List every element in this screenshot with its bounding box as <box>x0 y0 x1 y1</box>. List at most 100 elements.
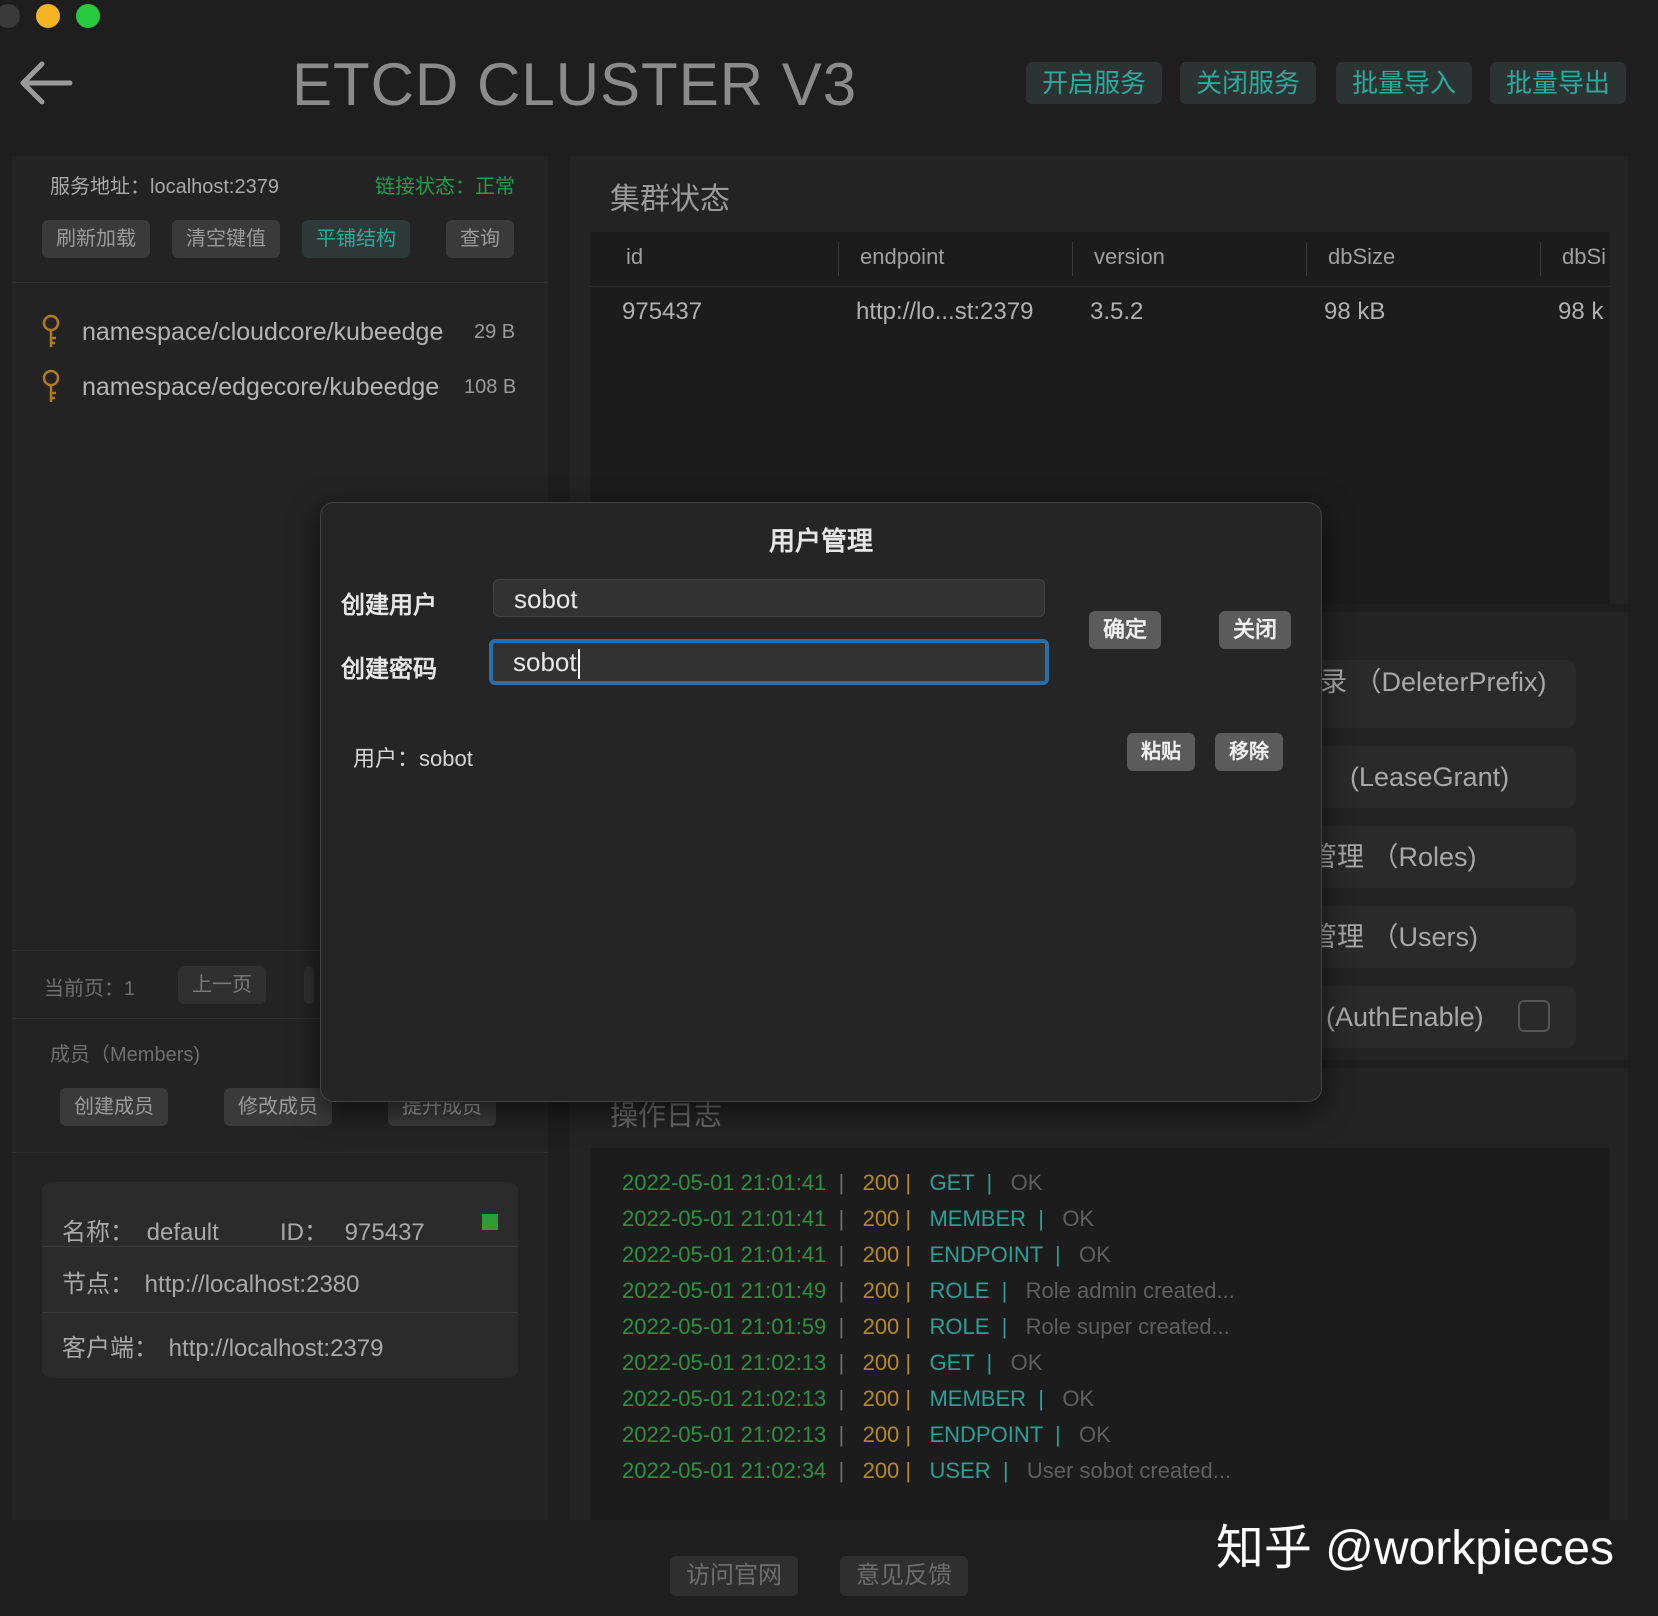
column-header-version: version <box>1094 244 1165 269</box>
log-message: Role super created... <box>1025 1314 1230 1339</box>
log-timestamp: 2022-05-01 21:01:41 <box>622 1242 827 1267</box>
log-status: 200 <box>862 1458 900 1483</box>
visit-site-button[interactable]: 访问官网 <box>670 1556 798 1596</box>
column-header-id: id <box>626 244 644 269</box>
log-entry: 2022-05-01 21:02:34 | 200 | USER | User … <box>622 1458 1232 1483</box>
key-size: 29 B <box>474 320 516 343</box>
feedback-button[interactable]: 意见反馈 <box>840 1556 968 1596</box>
start-service-button[interactable]: 开启服务 <box>1026 62 1163 104</box>
key-size: 108 B <box>464 375 517 398</box>
create-member-button[interactable]: 创建成员 <box>60 1088 168 1126</box>
log-operation: MEMBER <box>929 1386 1027 1411</box>
flat-structure-button[interactable]: 平铺结构 <box>302 220 410 258</box>
cell-dbsize-in-use: 98 k <box>1558 298 1604 325</box>
log-status: 200 <box>862 1422 900 1447</box>
member-node-label: 节点： <box>62 1271 134 1298</box>
watermark: 知乎 @workpieces <box>1215 1522 1614 1575</box>
log-message: OK <box>1079 1422 1111 1447</box>
key-name: namespace/edgecore/kubeedge <box>82 372 440 401</box>
member-name-value: default <box>146 1219 219 1246</box>
create-password-label: 创建密码 <box>341 656 437 683</box>
stop-service-button[interactable]: 关闭服务 <box>1180 62 1317 104</box>
cell-id: 975437 <box>622 298 703 325</box>
app-title: ETCD CLUSTER V3 <box>292 51 858 118</box>
member-id-row: ID： 975437 <box>280 1212 425 1247</box>
log-entry: 2022-05-01 21:02:13 | 200 | ENDPOINT | O… <box>622 1422 1111 1447</box>
log-entry: 2022-05-01 21:01:49 | 200 | ROLE | Role … <box>622 1278 1235 1303</box>
modify-member-button[interactable]: 修改成员 <box>224 1088 332 1126</box>
paste-button[interactable]: 粘贴 <box>1127 733 1195 771</box>
log-entry: 2022-05-01 21:02:13 | 200 | GET | OK <box>622 1350 1043 1375</box>
log-message: OK <box>1062 1386 1095 1411</box>
next-page-button[interactable] <box>304 966 314 1004</box>
close-window-icon[interactable] <box>0 4 20 28</box>
member-node-row: 节点： http://localhost:2380 <box>62 1264 360 1299</box>
log-operation: ROLE <box>929 1278 990 1303</box>
log-message: OK <box>1062 1206 1095 1231</box>
key-icon <box>42 314 60 347</box>
auth-enable-label: (AuthEnable) <box>1326 1002 1484 1032</box>
auth-enable-checkbox[interactable] <box>1518 1000 1550 1032</box>
maximize-window-icon[interactable] <box>76 4 100 28</box>
member-name-label: 名称： <box>62 1219 134 1246</box>
batch-export-button[interactable]: 批量导出 <box>1490 62 1627 104</box>
log-timestamp: 2022-05-01 21:02:13 <box>622 1350 827 1375</box>
user-entry: 用户：sobot <box>353 746 473 771</box>
member-client-label: 客户端： <box>62 1335 158 1362</box>
cell-dbsize: 98 kB <box>1324 298 1386 325</box>
log-timestamp: 2022-05-01 21:02:13 <box>622 1386 827 1411</box>
members-title: 成员（Members) <box>50 1044 201 1066</box>
log-operation: USER <box>929 1458 991 1483</box>
clear-keys-button[interactable]: 清空键值 <box>172 220 280 258</box>
prev-page-button[interactable]: 上一页 <box>178 966 266 1004</box>
batch-import-button[interactable]: 批量导入 <box>1336 62 1473 104</box>
text-caret <box>577 649 580 680</box>
dialog-title: 用户管理 <box>768 526 873 556</box>
log-message: OK <box>1010 1170 1043 1195</box>
confirm-button[interactable]: 确定 <box>1089 611 1162 649</box>
log-status: 200 <box>862 1350 900 1375</box>
query-button[interactable]: 查询 <box>446 220 514 258</box>
key-icon <box>42 369 60 402</box>
password-value: sobot <box>513 647 577 677</box>
log-entry: 2022-05-01 21:01:59 | 200 | ROLE | Role … <box>622 1314 1230 1339</box>
back-arrow-icon[interactable] <box>18 58 74 108</box>
log-operation: GET <box>929 1350 975 1375</box>
log-message: OK <box>1079 1242 1111 1267</box>
minimize-window-icon[interactable] <box>36 4 60 28</box>
log-status: 200 <box>862 1386 900 1411</box>
user-management-dialog: 用户管理 创建用户 sobot 创建密码 sobot 确定 关闭 用户：sobo… <box>320 502 1322 1102</box>
create-user-label: 创建用户 <box>341 592 437 619</box>
delete-prefix-label: 录 （DeleterPrefix) <box>1320 667 1547 697</box>
log-entry: 2022-05-01 21:01:41 | 200 | GET | OK <box>622 1170 1043 1195</box>
log-timestamp: 2022-05-01 21:01:49 <box>622 1278 827 1303</box>
member-id-label: ID： <box>280 1219 328 1246</box>
log-message: OK <box>1010 1350 1043 1375</box>
roles-label: 管理 （Roles) <box>1310 842 1477 872</box>
lease-grant-label: (LeaseGrant) <box>1350 762 1510 792</box>
column-header-dbsize-in-use: dbSi <box>1562 244 1607 269</box>
key-item[interactable]: namespace/cloudcore/kubeedge 29 B <box>40 312 520 352</box>
log-timestamp: 2022-05-01 21:01:41 <box>622 1206 827 1231</box>
log-entry: 2022-05-01 21:02:13 | 200 | MEMBER | OK <box>622 1386 1095 1411</box>
column-header-endpoint: endpoint <box>860 244 945 269</box>
log-operation: ROLE <box>929 1314 990 1339</box>
log-timestamp: 2022-05-01 21:02:13 <box>622 1422 827 1447</box>
column-header-dbsize: dbSize <box>1328 244 1396 269</box>
refresh-button[interactable]: 刷新加载 <box>42 220 150 258</box>
users-label: 管理 （Users) <box>1310 922 1478 952</box>
cell-version: 3.5.2 <box>1090 298 1144 325</box>
log-entry: 2022-05-01 21:01:41 | 200 | ENDPOINT | O… <box>622 1242 1111 1267</box>
password-input[interactable]: sobot <box>489 639 1049 685</box>
remove-button[interactable]: 移除 <box>1215 733 1283 771</box>
close-button[interactable]: 关闭 <box>1219 611 1292 649</box>
log-message: User sobot created... <box>1026 1458 1232 1483</box>
log-status: 200 <box>862 1170 900 1195</box>
member-card[interactable]: 名称： default ID： 975437 节点： http://localh… <box>42 1182 518 1378</box>
log-timestamp: 2022-05-01 21:01:41 <box>622 1170 827 1195</box>
log-message: Role admin created... <box>1025 1278 1235 1303</box>
key-item[interactable]: namespace/edgecore/kubeedge 108 B <box>40 367 520 407</box>
username-input[interactable]: sobot <box>493 579 1045 617</box>
log-status: 200 <box>862 1242 900 1267</box>
log-status: 200 <box>862 1314 900 1339</box>
